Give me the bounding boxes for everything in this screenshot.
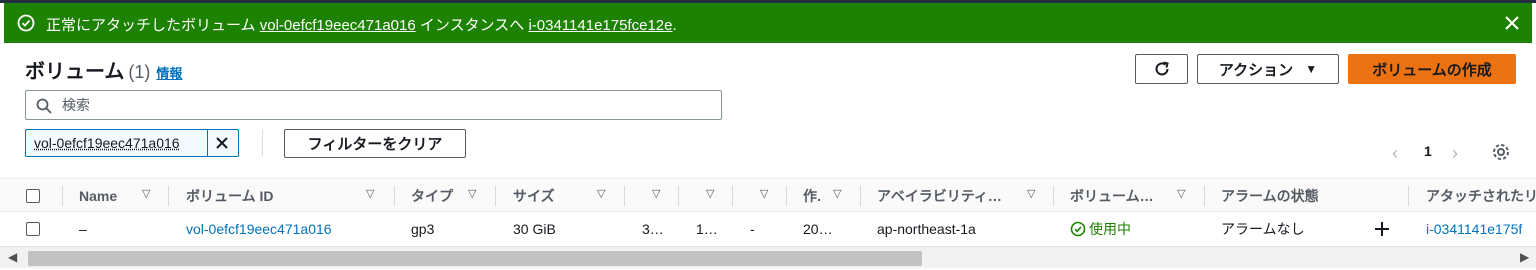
create-volume-button[interactable]: ボリュームの作成: [1348, 54, 1516, 84]
table-header: Name ▽ ボリューム ID ▽ タイプ ▽ サイズ ▽ ▽ ▽ ▽ 作. ▽…: [0, 178, 1536, 212]
select-all-checkbox[interactable]: [26, 189, 40, 203]
sort-icon[interactable]: ▽: [1177, 187, 1185, 200]
column-divider: [1204, 186, 1205, 206]
sort-icon[interactable]: ▽: [366, 187, 374, 200]
flash-suffix: .: [672, 17, 677, 34]
chevron-right-icon[interactable]: ›: [1452, 143, 1458, 164]
sort-icon[interactable]: ▽: [706, 187, 714, 200]
add-alarm-plus-icon[interactable]: [1373, 212, 1391, 245]
column-divider: [394, 186, 395, 206]
column-header-type[interactable]: タイプ: [411, 179, 453, 213]
plus-icon: [1375, 221, 1389, 236]
success-flash-banner: 正常にアタッチしたボリューム vol-0efcf19eec471a016 インス…: [4, 3, 1532, 43]
column-divider: [786, 186, 787, 206]
column-header-volume-state[interactable]: ボリューム…: [1070, 179, 1154, 213]
flash-middle: インスタンスへ: [415, 17, 529, 34]
close-icon[interactable]: [1502, 13, 1522, 33]
cell-alarm-status: アラームなし: [1221, 220, 1305, 237]
check-circle-icon: [17, 14, 35, 32]
filter-token-label: vol-0efcf19eec471a016: [34, 135, 180, 151]
column-divider: [860, 186, 861, 206]
page-number[interactable]: 1: [1424, 143, 1432, 159]
info-link[interactable]: 情報: [156, 66, 182, 81]
caret-down-icon: ▼: [1305, 62, 1318, 76]
column-divider: [1408, 186, 1409, 206]
row-checkbox[interactable]: [26, 222, 40, 236]
filter-token[interactable]: vol-0efcf19eec471a016: [25, 129, 239, 157]
sort-icon[interactable]: ▽: [142, 187, 150, 200]
sort-icon[interactable]: ▽: [760, 187, 768, 200]
cell-availability-zone: ap-northeast-1a: [877, 220, 976, 237]
column-header-name[interactable]: Name: [79, 179, 117, 213]
refresh-icon: [1155, 61, 1169, 76]
column-divider: [1053, 186, 1054, 206]
check-circle-icon: [1070, 221, 1086, 236]
cell-attached-resources: i-0341141e175f: [1426, 212, 1522, 245]
column-header-alarm-status[interactable]: アラームの状態: [1221, 179, 1319, 213]
remove-filter-icon[interactable]: [214, 135, 230, 151]
scroll-left-arrow-icon[interactable]: ◀: [8, 250, 17, 264]
cell-volume-state: 使用中: [1070, 212, 1131, 245]
column-divider: [678, 186, 679, 206]
column-header-attached-resources[interactable]: アタッチされたリ: [1426, 179, 1536, 213]
cell-iops: 3…: [642, 220, 664, 237]
column-header-availability-zone[interactable]: アベイラビリティ…: [877, 179, 1002, 213]
volume-id-link[interactable]: vol-0efcf19eec471a016: [186, 221, 332, 237]
cell-type: gp3: [411, 220, 435, 237]
gear-icon[interactable]: [1491, 142, 1511, 162]
filter-divider: [262, 130, 263, 156]
sort-icon[interactable]: ▽: [597, 187, 605, 200]
column-header-created[interactable]: 作.: [803, 179, 821, 213]
flash-instance-link[interactable]: i-0341141e175fce12e: [528, 17, 672, 34]
clear-filters-button[interactable]: フィルターをクリア: [284, 129, 466, 158]
horizontal-scrollbar[interactable]: ◀ ▶: [0, 246, 1536, 268]
column-divider: [732, 186, 733, 206]
column-divider: [624, 186, 625, 206]
sort-icon[interactable]: ▽: [1027, 187, 1035, 200]
flash-prefix: 正常にアタッチしたボリューム: [46, 17, 260, 34]
cell-created: 20…: [803, 220, 833, 237]
cell-snapshot: -: [750, 220, 755, 237]
sort-icon[interactable]: ▽: [833, 187, 841, 200]
flash-volume-link[interactable]: vol-0efcf19eec471a016: [260, 17, 416, 34]
volume-count: (1): [128, 62, 151, 82]
sort-icon[interactable]: ▽: [652, 187, 660, 200]
page-title-text: ボリューム: [25, 61, 125, 83]
column-divider: [62, 186, 63, 206]
table-row[interactable]: – vol-0efcf19eec471a016 gp3 30 GiB 3… 1……: [0, 212, 1536, 245]
search-icon: [36, 98, 52, 114]
column-divider: [495, 186, 496, 206]
column-header-volume-id[interactable]: ボリューム ID: [186, 179, 273, 213]
scrollbar-thumb[interactable]: [28, 251, 922, 266]
volume-state-text: 使用中: [1089, 220, 1131, 237]
cell-size: 30 GiB: [513, 220, 556, 237]
column-header-size[interactable]: サイズ: [513, 179, 555, 213]
search-input[interactable]: [60, 94, 710, 116]
actions-button[interactable]: アクション ▼: [1197, 54, 1339, 84]
refresh-button[interactable]: [1135, 54, 1188, 84]
column-divider: [168, 186, 169, 206]
search-box: [25, 90, 722, 120]
flash-message: 正常にアタッチしたボリューム vol-0efcf19eec471a016 インス…: [46, 14, 677, 35]
scroll-right-arrow-icon[interactable]: ▶: [1520, 250, 1529, 264]
cell-volume-id: vol-0efcf19eec471a016: [186, 212, 332, 245]
attached-instance-link[interactable]: i-0341141e175f: [1426, 221, 1522, 237]
page-title: ボリューム (1) 情報: [25, 55, 182, 84]
chevron-left-icon[interactable]: ‹: [1392, 143, 1398, 164]
actions-label: アクション: [1218, 61, 1294, 79]
cell-name: –: [79, 220, 87, 237]
cell-throughput: 1…: [696, 220, 718, 237]
sort-icon[interactable]: ▽: [468, 187, 476, 200]
token-divider: [207, 130, 208, 156]
